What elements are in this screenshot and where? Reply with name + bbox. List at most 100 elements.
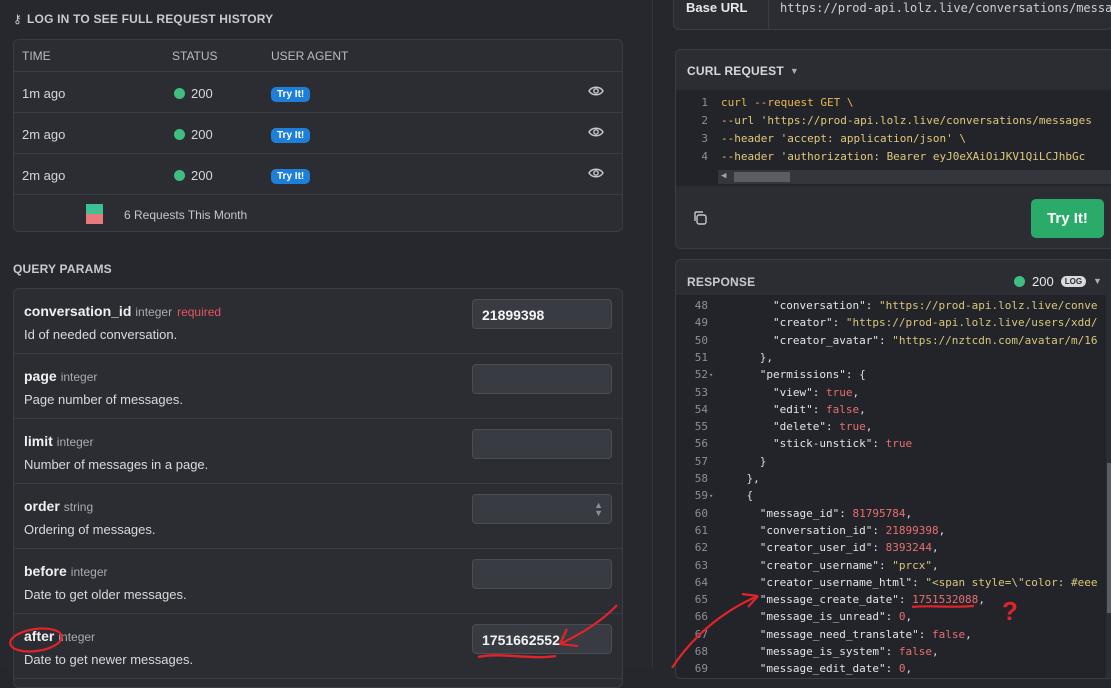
column-time: TIME [22,49,51,63]
param-name: order [24,498,60,514]
eye-icon[interactable] [588,125,604,139]
key-icon: ⚷ [13,12,22,26]
before-input[interactable] [472,559,612,589]
line-number: 56 [694,437,708,451]
scrollbar-thumb[interactable] [734,172,790,182]
curl-request-panel: CURL REQUEST ▼ 1 curl --request GET \ 2 --… [675,49,1111,249]
table-row[interactable]: 2m ago 200 Try It! [14,154,622,195]
param-before: before integer Date to get older messages… [14,549,622,614]
column-status: STATUS [172,49,218,63]
limit-input[interactable] [472,429,612,459]
query-params-list: conversation_idinteger required Id of nee… [13,288,623,688]
fold-toggle-icon[interactable]: ▾ [709,492,713,500]
query-params-title: QUERY PARAMS [13,262,112,276]
line-number: 68 [694,645,708,658]
horizontal-scrollbar[interactable]: ◀ [718,170,1111,184]
log-badge[interactable]: LOG [1060,276,1087,287]
line-content: "message_is_system": false, [759,645,939,658]
line-content: }, [720,472,760,485]
line-number: 48 [694,299,708,312]
response-title: RESPONSE [687,275,756,289]
row-time: 2m ago [22,168,66,183]
line-number: 59 [694,489,708,503]
base-url-bar: Base URL https://prod-api.lolz.live/conv… [673,0,1111,30]
line-content: "stick-unstick": true [772,437,913,451]
page-input[interactable] [472,364,612,394]
row-time: 1m ago [22,86,66,101]
chevron-down-icon: ▼ [789,66,799,76]
table-row[interactable]: 1m ago 200 Try It! [14,72,622,113]
line-content: "delete": true, [772,420,873,434]
line-number: 54 [694,402,708,416]
base-url-value[interactable]: https://prod-api.lolz.live/conversations… [780,1,1111,15]
line-number: 49 [694,316,708,330]
line-number: 50 [694,333,708,347]
line-content: "creator_avatar": "https://nztcdn.com/av… [772,333,1098,347]
scrollbar-thumb[interactable] [1107,463,1111,613]
required-badge: required [177,305,222,319]
line-content: "conversation": "https://prod-api.lolz.l… [772,299,1098,312]
user-agent-badge: Try It! [271,169,311,184]
param-description: Page number of messages. [24,392,183,407]
curl-code-block: 1 curl --request GET \ 2 --url 'https://p… [676,90,1111,186]
user-agent-badge: Try It! [271,128,311,143]
line-number: 66 [694,610,708,624]
line-content: "message_id": 81795784, [759,506,913,520]
select-arrows-icon: ▲ ▼ [594,500,603,518]
response-panel: RESPONSE 200 LOG ▼ 48 "conversation": "h… [675,259,1111,679]
column-user-agent: USER AGENT [271,49,349,63]
param-type: integer [70,565,108,579]
fold-toggle-icon[interactable]: ▾ [709,371,713,379]
after-input[interactable]: 1751662552 [472,624,612,654]
param-order: order string Ordering of messages. ▲ ▼ [14,484,622,549]
line-content: "message_edit_date": 0, [759,662,913,676]
param-conversation-id: conversation_id integer required Id of nee… [14,289,622,354]
conversation-id-input[interactable]: 21899398 [472,299,612,329]
param-description: Date to get newer messages. [24,652,194,667]
scroll-left-icon[interactable]: ◀ [721,171,726,181]
param-type: string [63,500,94,514]
order-select[interactable]: ▲ ▼ [472,494,612,524]
request-history-table: TIME STATUS USER AGENT 1m ago 200 Try It… [13,39,623,232]
line-number: 62 [694,541,708,555]
line-number: 63 [694,558,708,572]
param-name: limit [24,433,53,449]
param-description: Id of needed conversation. [24,327,178,342]
line-number: 53 [694,385,708,399]
param-description: Number of messages in a page. [24,457,209,472]
line-content: "edit": false, [772,402,866,416]
line-content: "creator": "https://prod-api.lolz.live/u… [772,316,1098,330]
line-number: 51 [694,350,708,364]
param-name: after [24,628,55,644]
response-status-code: 200 [1032,274,1054,289]
request-history-title[interactable]: ⚷ LOG IN TO SEE FULL REQUEST HISTORY [13,12,273,26]
row-time: 2m ago [22,127,66,142]
line-content: "conversation_id": 21899398, [759,523,946,537]
chevron-down-icon[interactable]: ▼ [1093,276,1102,286]
curl-request-header[interactable]: CURL REQUEST ▼ [687,64,799,78]
eye-icon[interactable] [588,166,604,180]
line-number: 64 [694,575,708,589]
response-status[interactable]: 200 LOG ▼ [1014,274,1102,289]
line-content: { [720,489,754,503]
requests-summary: 6 Requests This Month [14,196,622,231]
line-content: "view": true, [772,385,860,399]
requests-count: 6 Requests This Month [124,208,248,222]
row-status: 200 [174,86,213,101]
eye-icon[interactable] [588,84,604,98]
table-row[interactable]: 2m ago 200 Try It! [14,113,622,154]
line-content: "message_need_translate": false, [759,627,972,641]
try-it-button[interactable]: Try It! [1031,199,1104,238]
line-content: "creator_user_id": 8393244, [759,541,939,555]
status-success-dot [174,129,185,140]
status-success-dot [174,170,185,181]
vertical-scrollbar[interactable] [1106,295,1111,678]
param-limit: limit integer Number of messages in a pag… [14,419,622,484]
line-number: 69 [694,662,708,676]
line-content: "message_is_unread": 0, [759,610,913,624]
table-header: TIME STATUS USER AGENT [14,40,622,72]
param-name: conversation_id [24,303,132,319]
line-content: "permissions": { [759,368,866,382]
line-content: "creator_username": "prcx", [759,558,939,572]
copy-icon[interactable] [692,210,708,226]
